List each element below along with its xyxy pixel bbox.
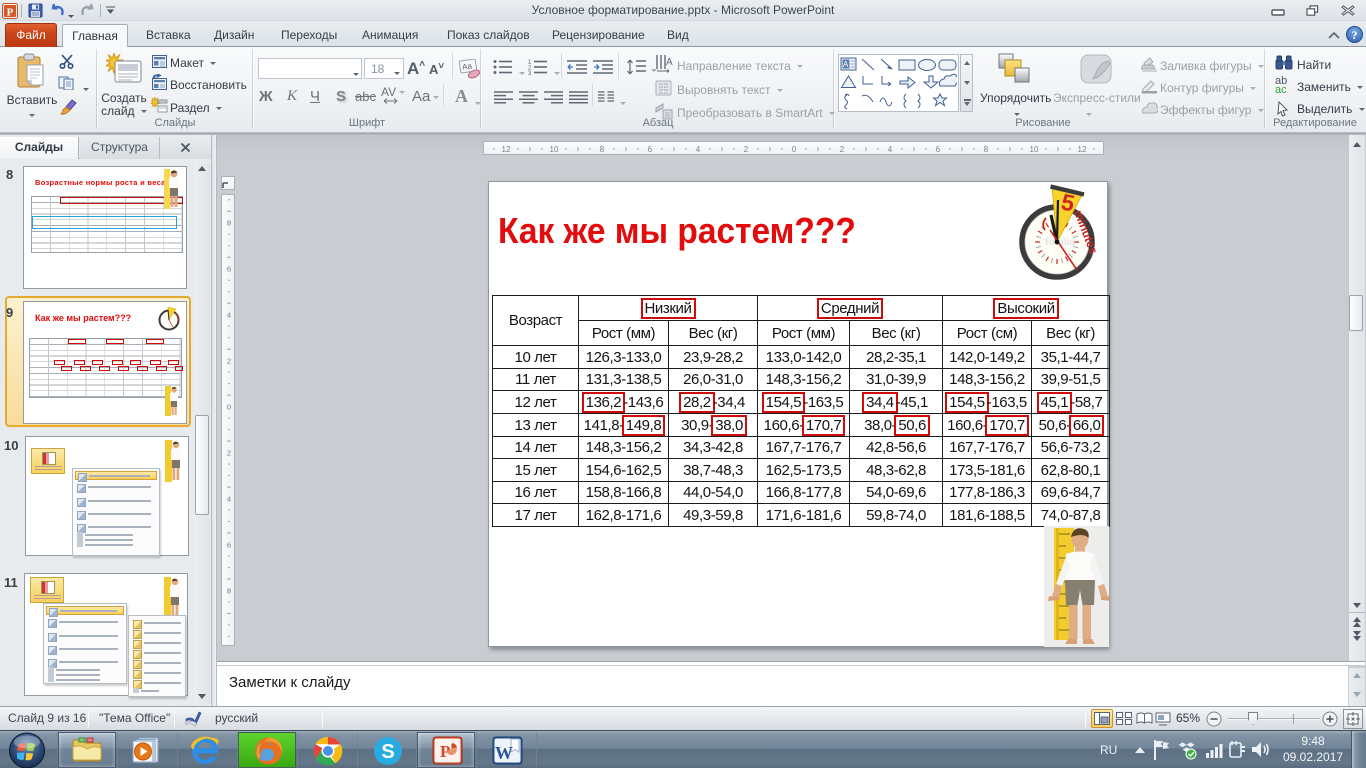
svg-text:6: 6 bbox=[227, 265, 232, 274]
svg-text:?: ? bbox=[1352, 28, 1358, 42]
svg-text:8: 8 bbox=[984, 145, 989, 154]
svg-text:2: 2 bbox=[840, 145, 845, 154]
svg-text:А: А bbox=[666, 57, 673, 68]
svg-text:P: P bbox=[7, 7, 14, 19]
svg-text:8: 8 bbox=[227, 219, 232, 228]
svg-text:6: 6 bbox=[227, 540, 232, 549]
svg-text:2: 2 bbox=[227, 449, 231, 458]
svg-text:W: W bbox=[495, 743, 513, 763]
svg-text:10: 10 bbox=[1030, 145, 1039, 154]
svg-text:3: 3 bbox=[528, 71, 532, 75]
svg-text:2: 2 bbox=[227, 357, 231, 366]
svg-text:12: 12 bbox=[1078, 145, 1087, 154]
svg-text:10: 10 bbox=[550, 145, 559, 154]
svg-text:4: 4 bbox=[888, 145, 893, 154]
svg-text:6: 6 bbox=[648, 145, 653, 154]
svg-text:4: 4 bbox=[227, 311, 232, 320]
svg-text:A: A bbox=[843, 60, 849, 69]
svg-text:6: 6 bbox=[936, 145, 941, 154]
svg-text:0: 0 bbox=[227, 403, 232, 412]
svg-text:12: 12 bbox=[502, 145, 511, 154]
svg-text:4: 4 bbox=[227, 495, 232, 504]
svg-text:S: S bbox=[381, 741, 394, 763]
svg-text:Аа: Аа bbox=[462, 61, 474, 71]
svg-text:8: 8 bbox=[600, 145, 605, 154]
svg-text:2: 2 bbox=[744, 145, 749, 154]
svg-text:0: 0 bbox=[792, 145, 797, 154]
svg-text:4: 4 bbox=[696, 145, 701, 154]
